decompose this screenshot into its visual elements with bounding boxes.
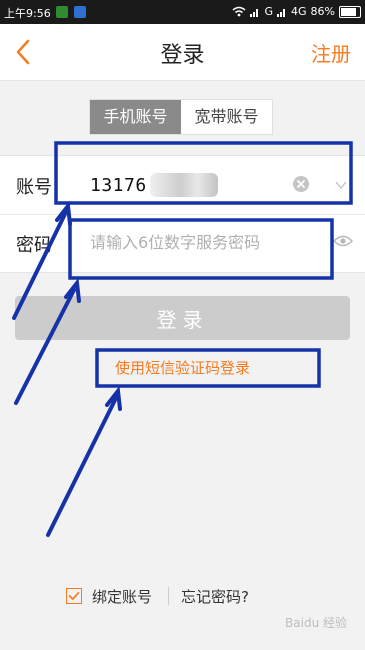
watermark: Baidu 经验 [285,616,347,630]
network-type-label: 4G [291,5,307,18]
account-type-tabs: 手机账号 宽带账号 [89,99,273,135]
notification-app-icon [74,6,86,18]
redacted-number-mask [150,173,218,197]
login-form: 账号 13176 密码 [0,155,365,273]
battery-icon [339,5,361,18]
chevron-down-icon[interactable] [334,178,348,192]
login-button[interactable]: 登录 [15,296,350,340]
signal-icon [250,8,259,17]
account-input[interactable]: 13176 [90,175,147,196]
form-divider [0,214,365,215]
bottom-options: 绑定账号 忘记密码? [66,585,249,607]
wifi-icon [233,6,246,17]
annotation-arrowhead-3 [105,385,122,411]
sms-login-link[interactable]: 使用短信验证码登录 [0,357,365,378]
divider [168,587,170,605]
clear-icon[interactable] [292,175,310,193]
account-label: 账号 [16,177,52,198]
signal-icon [277,8,286,17]
eye-icon[interactable] [333,234,353,248]
battery-percent: 86% [310,5,335,18]
status-indicators: G 4G 86% [232,5,361,18]
nav-bar: 登录 注册 [0,24,365,81]
status-time: 上午9:56 [4,7,51,20]
tab-mobile-account[interactable]: 手机账号 [90,100,181,134]
bind-account-label[interactable]: 绑定账号 [92,586,152,607]
forgot-password-link[interactable]: 忘记密码? [181,586,249,607]
checkbox-checked-icon[interactable] [66,588,82,604]
tab-broadband-account[interactable]: 宽带账号 [181,100,272,134]
network-type-label: G [264,5,274,18]
status-bar: 上午9:56 G 4G 86% [0,0,365,24]
notification-app-icon [56,6,68,18]
annotation-arrow-3 [46,396,118,537]
password-label: 密码 [16,235,52,256]
register-link[interactable]: 注册 [311,38,351,67]
password-input[interactable] [90,229,310,255]
